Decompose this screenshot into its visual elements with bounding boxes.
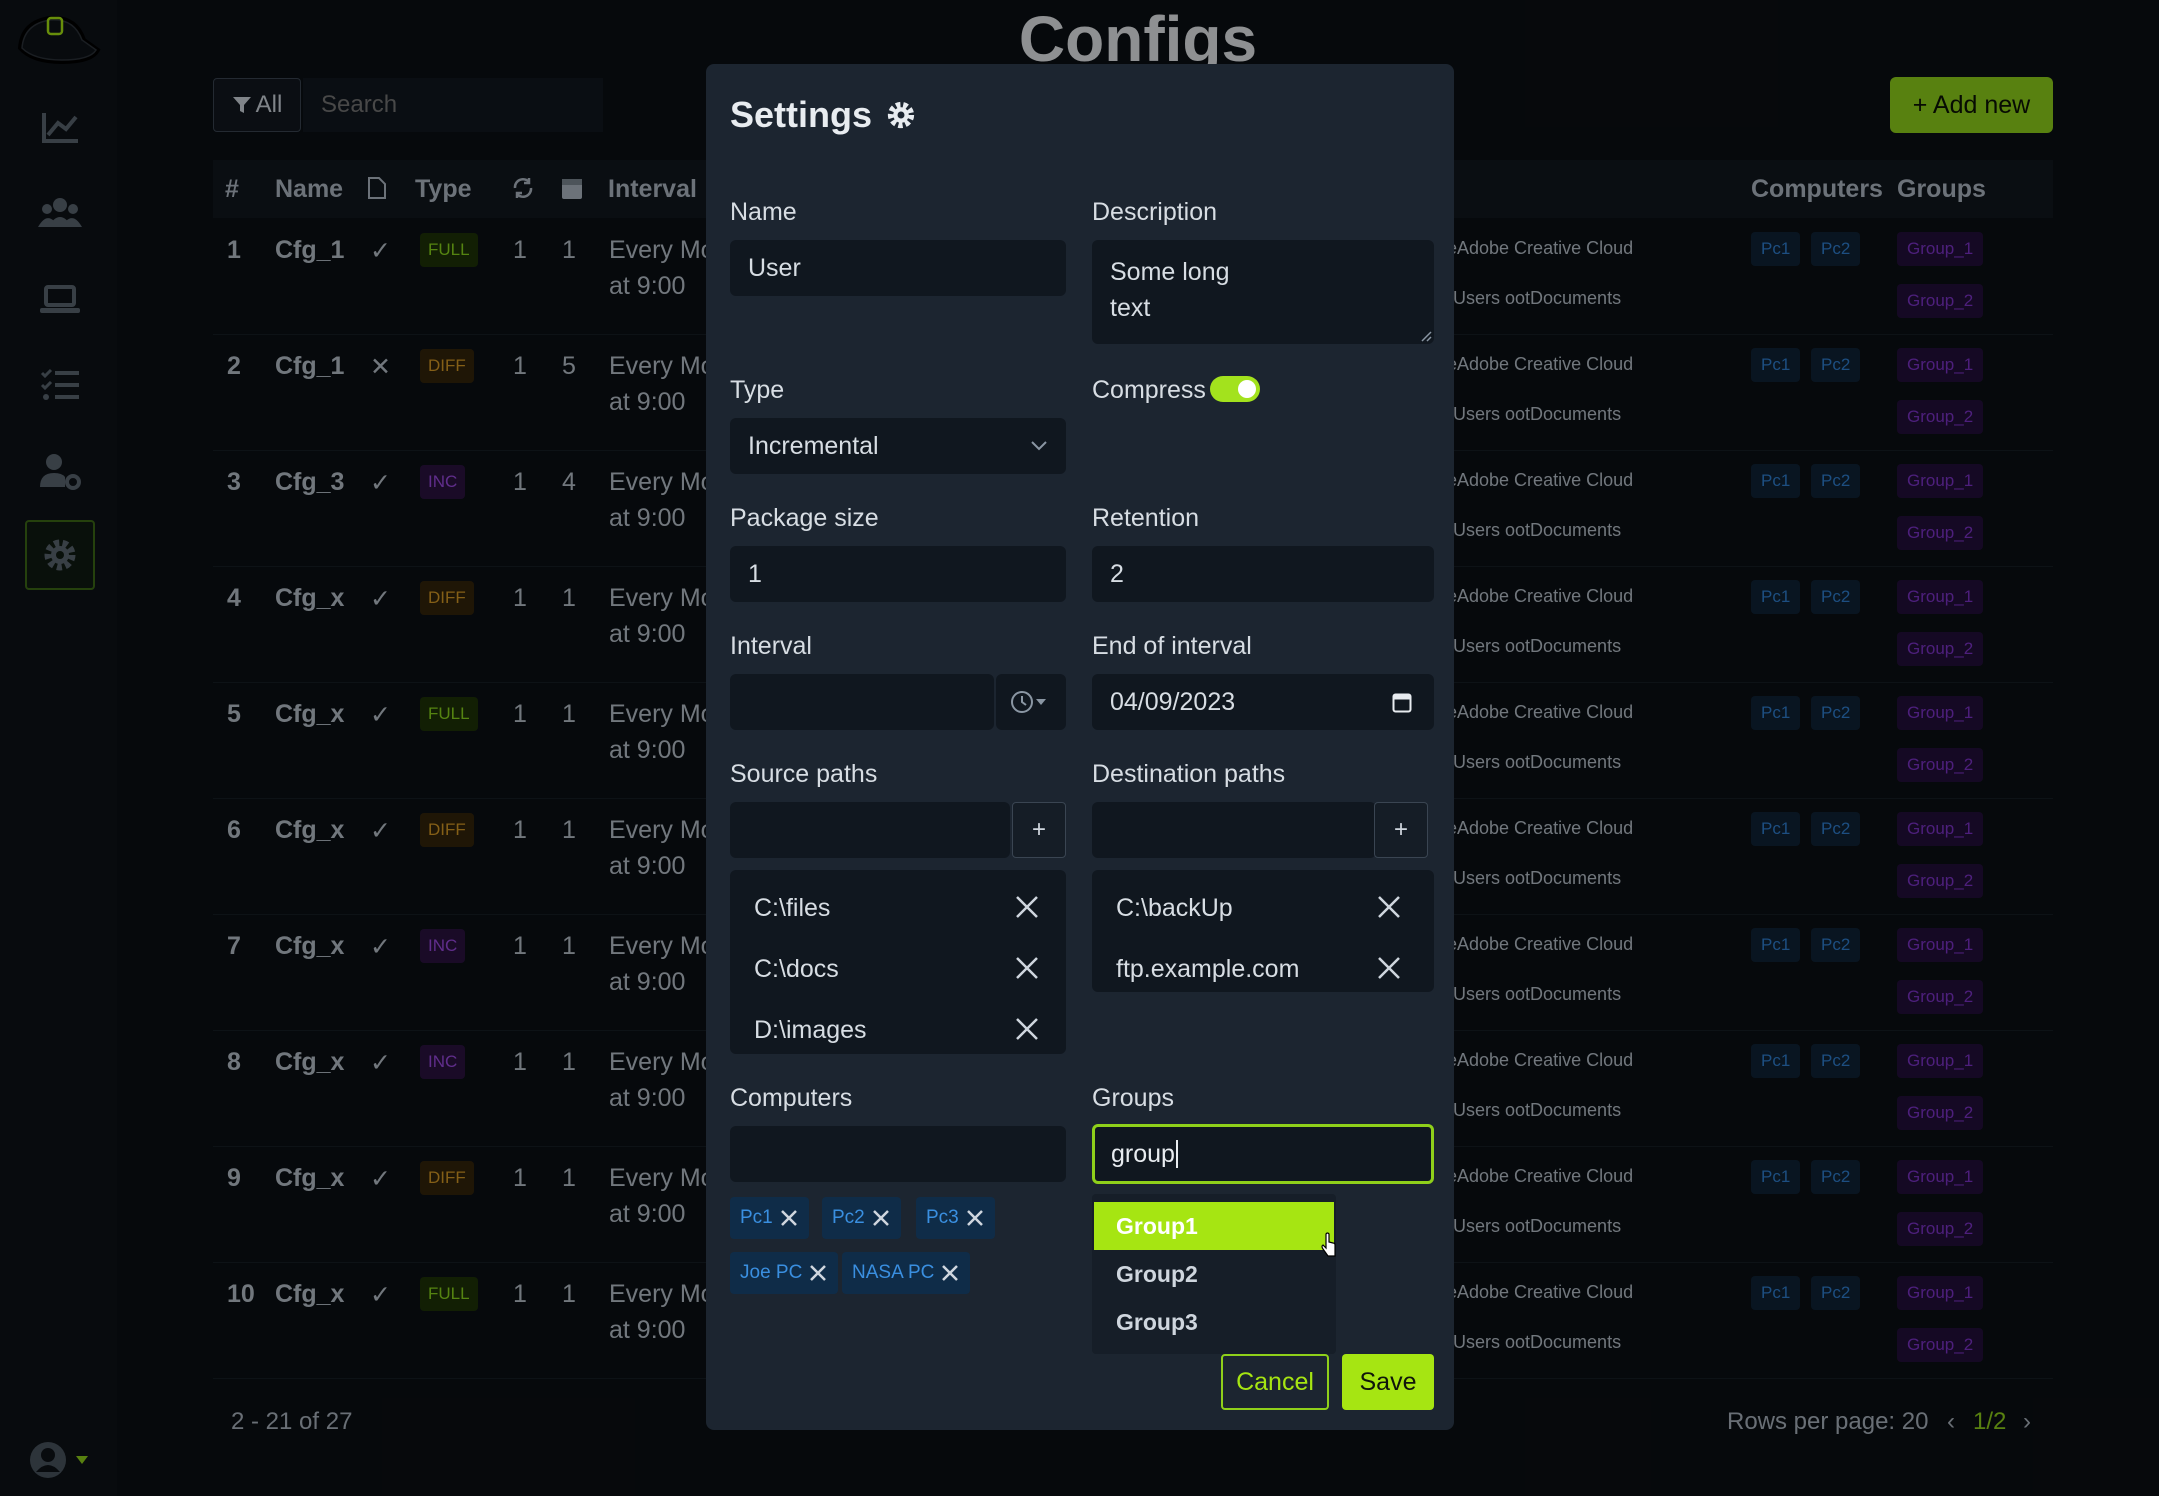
end-of-interval-label: End of interval bbox=[1092, 632, 1252, 660]
chevron-down-icon bbox=[1031, 441, 1047, 451]
source-path-item: C:\files bbox=[754, 894, 831, 922]
remove-icon[interactable] bbox=[1012, 892, 1042, 922]
package-size-label: Package size bbox=[730, 504, 879, 532]
computer-chip-label: Joe PC bbox=[740, 1262, 803, 1283]
source-path-input[interactable] bbox=[730, 802, 1010, 858]
resize-handle-icon[interactable] bbox=[1420, 330, 1432, 342]
computers-label: Computers bbox=[730, 1084, 853, 1112]
add-source-path-button[interactable]: + bbox=[1012, 802, 1066, 858]
computer-chip: Joe PC bbox=[730, 1252, 839, 1294]
computer-chip-label: NASA PC bbox=[852, 1262, 935, 1283]
destination-paths-label: Destination paths bbox=[1092, 760, 1286, 788]
type-select[interactable]: Incremental bbox=[730, 418, 1066, 474]
description-textarea[interactable]: Some long text bbox=[1092, 240, 1434, 344]
computer-chip: Pc2 bbox=[822, 1197, 901, 1239]
interval-label: Interval bbox=[730, 632, 812, 660]
groups-dropdown: Group1 Group2 Group3 bbox=[1092, 1194, 1336, 1354]
destination-paths-list: C:\backUp ftp.example.com bbox=[1092, 870, 1434, 992]
description-line: text bbox=[1110, 294, 1151, 322]
package-size-input[interactable]: 1 bbox=[730, 546, 1066, 602]
type-select-value: Incremental bbox=[748, 431, 879, 460]
retention-label: Retention bbox=[1092, 504, 1200, 532]
calendar-icon[interactable] bbox=[1392, 691, 1412, 713]
settings-modal: Settings Name User Description Some long… bbox=[706, 64, 1454, 1430]
save-button[interactable]: Save bbox=[1342, 1354, 1434, 1410]
groups-input[interactable]: group bbox=[1092, 1124, 1434, 1184]
destination-path-input[interactable] bbox=[1092, 802, 1376, 858]
destination-path-item: C:\backUp bbox=[1116, 894, 1233, 922]
remove-icon[interactable] bbox=[1374, 892, 1404, 922]
remove-chip-icon[interactable] bbox=[779, 1208, 799, 1228]
type-label: Type bbox=[730, 376, 785, 404]
retention-input[interactable]: 2 bbox=[1092, 546, 1434, 602]
computer-chip-label: Pc2 bbox=[832, 1207, 865, 1228]
end-of-interval-date-input[interactable]: 04/09/2023 bbox=[1092, 674, 1434, 730]
interval-input[interactable] bbox=[730, 674, 994, 730]
end-of-interval-value: 04/09/2023 bbox=[1110, 687, 1236, 716]
remove-icon[interactable] bbox=[1012, 1014, 1042, 1044]
groups-label: Groups bbox=[1092, 1084, 1174, 1112]
add-destination-path-button[interactable]: + bbox=[1374, 802, 1428, 858]
source-paths-list: C:\files C:\docs D:\images bbox=[730, 870, 1066, 1054]
remove-chip-icon[interactable] bbox=[808, 1263, 828, 1283]
group-option[interactable]: Group2 bbox=[1094, 1250, 1334, 1298]
computer-chip-label: Pc1 bbox=[740, 1207, 773, 1228]
remove-icon[interactable] bbox=[1012, 953, 1042, 983]
computer-chip-label: Pc3 bbox=[926, 1207, 959, 1228]
compress-label: Compress bbox=[1092, 376, 1206, 404]
remove-chip-icon[interactable] bbox=[940, 1263, 960, 1283]
modal-title: Settings bbox=[730, 94, 918, 136]
name-input[interactable]: User bbox=[730, 240, 1066, 296]
cancel-button[interactable]: Cancel bbox=[1221, 1354, 1329, 1410]
modal-title-text: Settings bbox=[730, 94, 873, 135]
remove-icon[interactable] bbox=[1374, 953, 1404, 983]
compress-toggle[interactable] bbox=[1210, 376, 1260, 402]
computer-chip: NASA PC bbox=[842, 1252, 971, 1294]
source-path-item: D:\images bbox=[754, 1016, 867, 1044]
description-label: Description bbox=[1092, 198, 1218, 226]
source-paths-label: Source paths bbox=[730, 760, 878, 788]
destination-path-item: ftp.example.com bbox=[1116, 955, 1300, 983]
group-option[interactable]: Group1 bbox=[1094, 1202, 1334, 1250]
remove-chip-icon[interactable] bbox=[871, 1208, 891, 1228]
description-line: Some long bbox=[1110, 258, 1230, 286]
group-option[interactable]: Group3 bbox=[1094, 1298, 1334, 1346]
clock-dropdown-icon bbox=[1011, 691, 1046, 713]
computer-chip: Pc3 bbox=[916, 1197, 995, 1239]
text-cursor bbox=[1175, 1140, 1178, 1168]
interval-picker-button[interactable] bbox=[996, 674, 1066, 730]
computer-chip: Pc1 bbox=[730, 1197, 809, 1239]
mouse-cursor-icon bbox=[1321, 1232, 1336, 1257]
gear-icon bbox=[887, 101, 915, 129]
remove-chip-icon[interactable] bbox=[965, 1208, 985, 1228]
name-label: Name bbox=[730, 198, 797, 226]
groups-query: group bbox=[1111, 1139, 1175, 1168]
computers-input[interactable] bbox=[730, 1126, 1066, 1182]
source-path-item: C:\docs bbox=[754, 955, 839, 983]
